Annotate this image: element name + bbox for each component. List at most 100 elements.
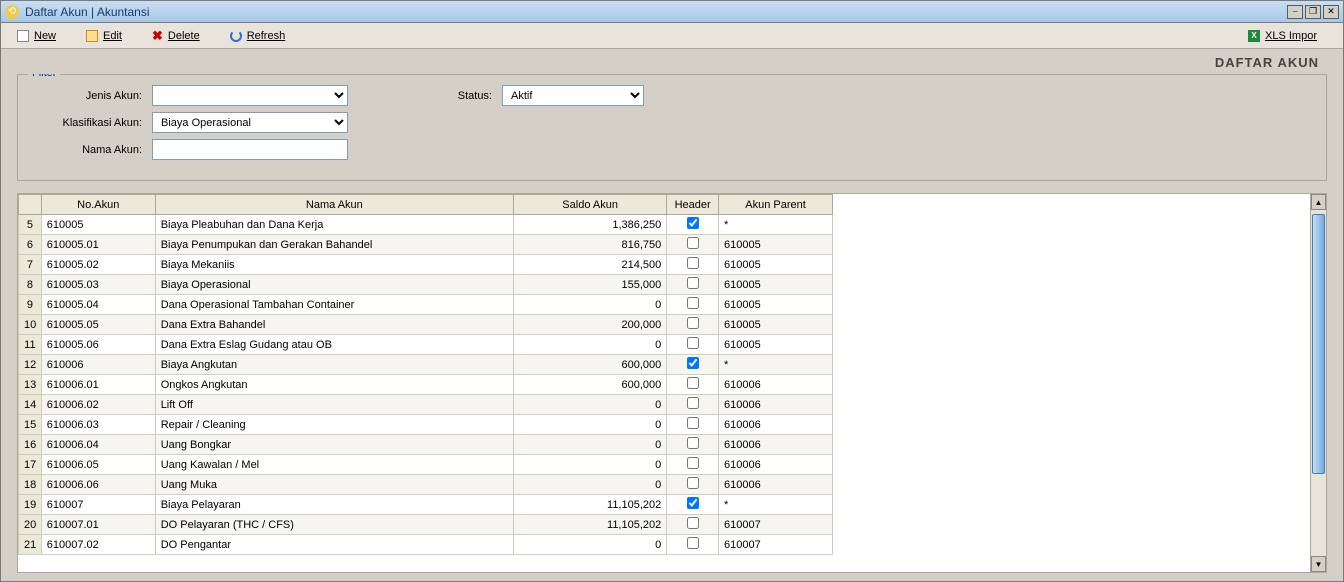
cell-no-akun: 610006: [41, 355, 155, 375]
scroll-thumb[interactable]: [1312, 214, 1325, 474]
table-row[interactable]: 5610005Biaya Pleabuhan dan Dana Kerja1,3…: [19, 215, 833, 235]
header-checkbox[interactable]: [687, 537, 699, 549]
table-row[interactable]: 15610006.03Repair / Cleaning0610006: [19, 415, 833, 435]
edit-button[interactable]: Edit: [76, 28, 132, 44]
vertical-scrollbar[interactable]: ▲ ▼: [1310, 194, 1326, 572]
table-row[interactable]: 19610007Biaya Pelayaran11,105,202*: [19, 495, 833, 515]
col-saldo-akun[interactable]: Saldo Akun: [514, 195, 667, 215]
cell-nama-akun: Dana Operasional Tambahan Container: [155, 295, 513, 315]
cell-header: [667, 375, 719, 395]
new-button[interactable]: New: [7, 28, 66, 44]
cell-header: [667, 395, 719, 415]
jenis-akun-select[interactable]: [152, 85, 348, 106]
header-checkbox[interactable]: [687, 357, 699, 369]
restore-icon[interactable]: ❐: [1305, 5, 1321, 19]
table-row[interactable]: 21610007.02DO Pengantar0610007: [19, 535, 833, 555]
cell-no-akun: 610005.02: [41, 255, 155, 275]
close-icon[interactable]: ✕: [1323, 5, 1339, 19]
cell-parent: 610005: [719, 315, 833, 335]
table-row[interactable]: 20610007.01DO Pelayaran (THC / CFS)11,10…: [19, 515, 833, 535]
table-row[interactable]: 14610006.02Lift Off0610006: [19, 395, 833, 415]
cell-nama-akun: Uang Bongkar: [155, 435, 513, 455]
table-row[interactable]: 10610005.05Dana Extra Bahandel200,000610…: [19, 315, 833, 335]
row-number: 13: [19, 375, 42, 395]
row-number: 15: [19, 415, 42, 435]
cell-saldo: 0: [514, 415, 667, 435]
cell-no-akun: 610007: [41, 495, 155, 515]
table-row[interactable]: 13610006.01Ongkos Angkutan600,000610006: [19, 375, 833, 395]
jenis-akun-label: Jenis Akun:: [32, 90, 142, 102]
header-checkbox[interactable]: [687, 297, 699, 309]
col-no-akun[interactable]: No.Akun: [41, 195, 155, 215]
table-row[interactable]: 16610006.04Uang Bongkar0610006: [19, 435, 833, 455]
header-checkbox[interactable]: [687, 477, 699, 489]
header-checkbox[interactable]: [687, 377, 699, 389]
row-number: 16: [19, 435, 42, 455]
cell-no-akun: 610006.06: [41, 475, 155, 495]
cell-nama-akun: Biaya Operasional: [155, 275, 513, 295]
table-row[interactable]: 9610005.04Dana Operasional Tambahan Cont…: [19, 295, 833, 315]
table-row[interactable]: 6610005.01Biaya Penumpukan dan Gerakan B…: [19, 235, 833, 255]
app-window: ⟲ Daftar Akun | Akuntansi ⎯ ❐ ✕ New Edit…: [0, 0, 1344, 582]
header-checkbox[interactable]: [687, 457, 699, 469]
scroll-up-icon[interactable]: ▲: [1311, 194, 1326, 210]
toolbar: New Edit ✖ Delete Refresh X XLS Impor: [1, 23, 1343, 49]
cell-header: [667, 515, 719, 535]
scroll-down-icon[interactable]: ▼: [1311, 556, 1326, 572]
cell-parent: 610006: [719, 395, 833, 415]
app-icon: ⟲: [5, 5, 19, 19]
titlebar: ⟲ Daftar Akun | Akuntansi ⎯ ❐ ✕: [1, 1, 1343, 23]
col-header[interactable]: Header: [667, 195, 719, 215]
table-row[interactable]: 8610005.03Biaya Operasional155,000610005: [19, 275, 833, 295]
header-checkbox[interactable]: [687, 217, 699, 229]
status-select[interactable]: Aktif: [502, 85, 644, 106]
cell-header: [667, 475, 719, 495]
table-row[interactable]: 11610005.06Dana Extra Eslag Gudang atau …: [19, 335, 833, 355]
klasifikasi-select[interactable]: Biaya Operasional: [152, 112, 348, 133]
table-row[interactable]: 17610006.05Uang Kawalan / Mel0610006: [19, 455, 833, 475]
content-area: Filter Jenis Akun: Status: Aktif Klasifi…: [1, 74, 1343, 581]
row-number: 20: [19, 515, 42, 535]
col-nama-akun[interactable]: Nama Akun: [155, 195, 513, 215]
header-checkbox[interactable]: [687, 397, 699, 409]
cell-nama-akun: Biaya Pleabuhan dan Dana Kerja: [155, 215, 513, 235]
header-checkbox[interactable]: [687, 257, 699, 269]
header-checkbox[interactable]: [687, 277, 699, 289]
xls-import-button[interactable]: X XLS Impor: [1238, 28, 1327, 44]
cell-nama-akun: Biaya Mekaniis: [155, 255, 513, 275]
refresh-button[interactable]: Refresh: [220, 28, 296, 44]
cell-no-akun: 610006.03: [41, 415, 155, 435]
row-number: 21: [19, 535, 42, 555]
header-checkbox[interactable]: [687, 417, 699, 429]
cell-header: [667, 495, 719, 515]
cell-saldo: 600,000: [514, 355, 667, 375]
delete-button[interactable]: ✖ Delete: [142, 27, 210, 44]
new-icon: [17, 30, 29, 42]
cell-no-akun: 610005.01: [41, 235, 155, 255]
cell-parent: 610006: [719, 475, 833, 495]
header-checkbox[interactable]: [687, 437, 699, 449]
minimize-icon[interactable]: ⎯: [1287, 5, 1303, 19]
cell-saldo: 0: [514, 395, 667, 415]
cell-parent: 610006: [719, 415, 833, 435]
table-row[interactable]: 7610005.02Biaya Mekaniis214,500610005: [19, 255, 833, 275]
row-number: 10: [19, 315, 42, 335]
table-row[interactable]: 12610006Biaya Angkutan600,000*: [19, 355, 833, 375]
window-title: Daftar Akun | Akuntansi: [25, 5, 150, 19]
header-checkbox[interactable]: [687, 497, 699, 509]
table-row[interactable]: 18610006.06Uang Muka0610006: [19, 475, 833, 495]
cell-parent: 610007: [719, 515, 833, 535]
cell-parent: 610006: [719, 375, 833, 395]
header-checkbox[interactable]: [687, 237, 699, 249]
cell-header: [667, 235, 719, 255]
header-checkbox[interactable]: [687, 517, 699, 529]
cell-no-akun: 610005.04: [41, 295, 155, 315]
col-rownum[interactable]: [19, 195, 42, 215]
nama-akun-input[interactable]: [152, 139, 348, 160]
row-number: 14: [19, 395, 42, 415]
header-checkbox[interactable]: [687, 317, 699, 329]
col-akun-parent[interactable]: Akun Parent: [719, 195, 833, 215]
header-checkbox[interactable]: [687, 337, 699, 349]
cell-nama-akun: Dana Extra Eslag Gudang atau OB: [155, 335, 513, 355]
cell-parent: *: [719, 355, 833, 375]
